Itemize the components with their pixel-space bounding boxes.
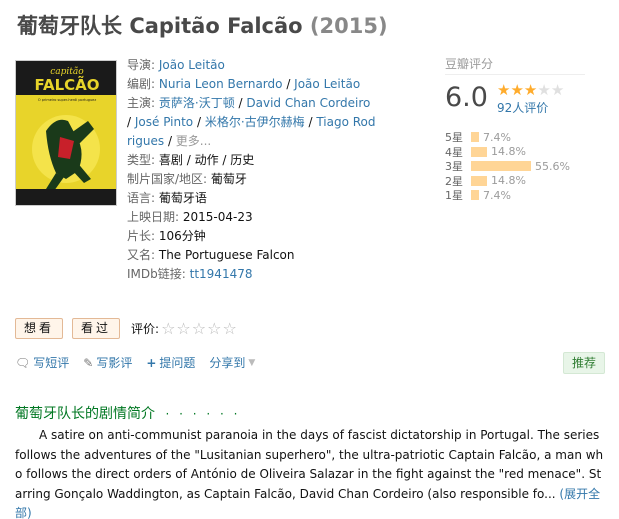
rating-dist-percent: 14.8% bbox=[490, 174, 526, 188]
director-link[interactable]: João Leitão bbox=[159, 58, 225, 72]
aka-label: 又名: bbox=[127, 248, 156, 262]
genre-2: 动作 bbox=[194, 153, 219, 167]
genre-1: 喜剧 bbox=[158, 153, 183, 167]
rating-panel: 豆瓣评分 6.0 ★★★★★ 92人评价 5星 7.4% 4星 14.8% 3星 55.6… bbox=[434, 56, 585, 202]
star-empty-icon: ★ bbox=[550, 81, 565, 99]
summary-text: A satire on anti-communist paranoia in t… bbox=[15, 426, 605, 519]
title-year: (2015) bbox=[309, 14, 388, 38]
rating-dist-row: 4星 14.8% bbox=[445, 145, 570, 160]
aka-value: The Portuguese Falcon bbox=[158, 248, 295, 262]
imdb-link[interactable]: tt1941478 bbox=[190, 267, 253, 281]
rating-score: 6.0 bbox=[445, 82, 488, 113]
pencil-icon: ✎ bbox=[83, 355, 94, 370]
language-label: 语言: bbox=[127, 191, 156, 205]
cast-row: 主演: 贡萨洛·沃丁顿 / David Chan Cordeiro / José… bbox=[127, 96, 376, 148]
rating-dist-percent: 55.6% bbox=[535, 159, 570, 173]
summary-heading-text: 葡萄牙队长的剧情简介 bbox=[15, 406, 155, 422]
writer-link-2[interactable]: João Leitão bbox=[294, 77, 360, 91]
runtime-label: 片长: bbox=[127, 229, 156, 243]
rating-dist-row: 5星 7.4% bbox=[445, 130, 570, 145]
summary-heading: 葡萄牙队长的剧情简介 · · · · · · bbox=[15, 403, 240, 423]
movie-poster[interactable]: capitão FALCÃO O primeiro super-herói po… bbox=[15, 60, 117, 206]
star-icon: ★ bbox=[497, 81, 511, 99]
rating-dist-percent: 7.4% bbox=[482, 130, 511, 144]
ask-question-link[interactable]: + 提问题 bbox=[146, 354, 195, 371]
star-empty-icon: ★ bbox=[537, 81, 551, 99]
rating-dist-row: 1星 7.4% bbox=[445, 188, 570, 203]
rating-dist-percent: 7.4% bbox=[482, 188, 511, 202]
rating-dist-row: 2星 14.8% bbox=[445, 174, 570, 189]
share-label: 分享到 bbox=[209, 356, 246, 370]
actions-row: 🗨 写短评 ✎ 写影评 + 提问题 分享到 ▼ bbox=[15, 354, 269, 371]
release-value: 2015-04-23 bbox=[182, 210, 253, 224]
rating-dist-row: 3星 55.6% bbox=[445, 159, 570, 174]
rating-dist-percent: 14.8% bbox=[490, 145, 526, 159]
cast-more-link[interactable]: 更多... bbox=[176, 134, 211, 148]
rating-dist-bar bbox=[471, 175, 487, 186]
genre-3: 历史 bbox=[230, 153, 255, 167]
user-action-buttons: 想看 看过 评价: ☆☆☆☆☆ bbox=[15, 318, 238, 339]
country-label: 制片国家/地区: bbox=[127, 172, 208, 186]
poster-title-line2: FALCÃO bbox=[34, 75, 99, 94]
title-chinese: 葡萄牙队长 bbox=[17, 14, 122, 38]
movie-info: 导演: João Leitão 编剧: Nuria Leon Bernardo … bbox=[127, 58, 376, 281]
cast-link-4[interactable]: 米格尔·古伊尔赫梅 bbox=[205, 115, 305, 129]
rating-dist-bar bbox=[471, 161, 531, 172]
summary-heading-dots: · · · · · · bbox=[165, 407, 241, 421]
genre-label: 类型: bbox=[127, 153, 156, 167]
rate-stars-input[interactable]: ☆☆☆☆☆ bbox=[161, 319, 238, 338]
ask-question-label: 提问题 bbox=[159, 356, 196, 370]
cast-link-2[interactable]: David Chan Cordeiro bbox=[246, 96, 370, 110]
rating-votes-link[interactable]: 92人评价 bbox=[497, 99, 548, 116]
rating-dist-label: 1星 bbox=[445, 189, 463, 203]
rating-divider bbox=[445, 74, 585, 75]
country-value: 葡萄牙 bbox=[210, 172, 247, 186]
comment-icon: 🗨 bbox=[15, 355, 31, 370]
write-review-link[interactable]: ✎ 写影评 bbox=[83, 354, 132, 371]
plus-icon: + bbox=[146, 355, 157, 370]
write-review-label: 写影评 bbox=[96, 356, 133, 370]
rating-dist-bar bbox=[471, 190, 479, 201]
cast-link-3[interactable]: José Pinto bbox=[135, 115, 193, 129]
want-to-watch-button[interactable]: 想看 bbox=[15, 318, 64, 339]
rating-dist-bar bbox=[471, 146, 487, 157]
imdb-label: IMDb链接: bbox=[127, 267, 186, 281]
rating-dist-bar bbox=[471, 132, 479, 143]
writer-link-1[interactable]: Nuria Leon Bernardo bbox=[159, 77, 283, 91]
recommend-button[interactable]: 推荐 bbox=[563, 352, 606, 374]
watched-button[interactable]: 看过 bbox=[72, 318, 121, 339]
write-short-review-link[interactable]: 🗨 写短评 bbox=[15, 354, 69, 371]
writer-label: 编剧: bbox=[127, 77, 156, 91]
runtime-value: 106分钟 bbox=[158, 229, 206, 243]
cast-link-1[interactable]: 贡萨洛·沃丁顿 bbox=[159, 96, 235, 110]
rating-header: 豆瓣评分 bbox=[445, 57, 494, 71]
cast-label: 主演: bbox=[127, 96, 156, 110]
poster-image: capitão FALCÃO O primeiro super-herói po… bbox=[16, 61, 116, 205]
rating-distribution: 5星 7.4% 4星 14.8% 3星 55.6% 2星 14.8% 1星 7.4% bbox=[445, 130, 570, 203]
release-label: 上映日期: bbox=[127, 210, 180, 224]
rating-stars: ★★★★★ bbox=[497, 82, 564, 98]
star-icon: ★ bbox=[510, 81, 524, 99]
director-label: 导演: bbox=[127, 58, 156, 72]
language-value: 葡萄牙语 bbox=[158, 191, 207, 205]
share-dropdown[interactable]: 分享到 ▼ bbox=[209, 354, 255, 371]
rate-label: 评价: bbox=[131, 322, 160, 336]
title-original: Capitão Falcão bbox=[129, 14, 303, 38]
star-icon: ★ bbox=[523, 81, 538, 99]
summary-body: A satire on anti-communist paranoia in t… bbox=[15, 428, 604, 501]
page-title: 葡萄牙队长 Capitão Falcão (2015) bbox=[17, 11, 607, 41]
write-short-review-label: 写短评 bbox=[33, 356, 70, 370]
caret-down-icon: ▼ bbox=[248, 357, 256, 368]
poster-tagline: O primeiro super-herói portuguez bbox=[38, 98, 96, 102]
